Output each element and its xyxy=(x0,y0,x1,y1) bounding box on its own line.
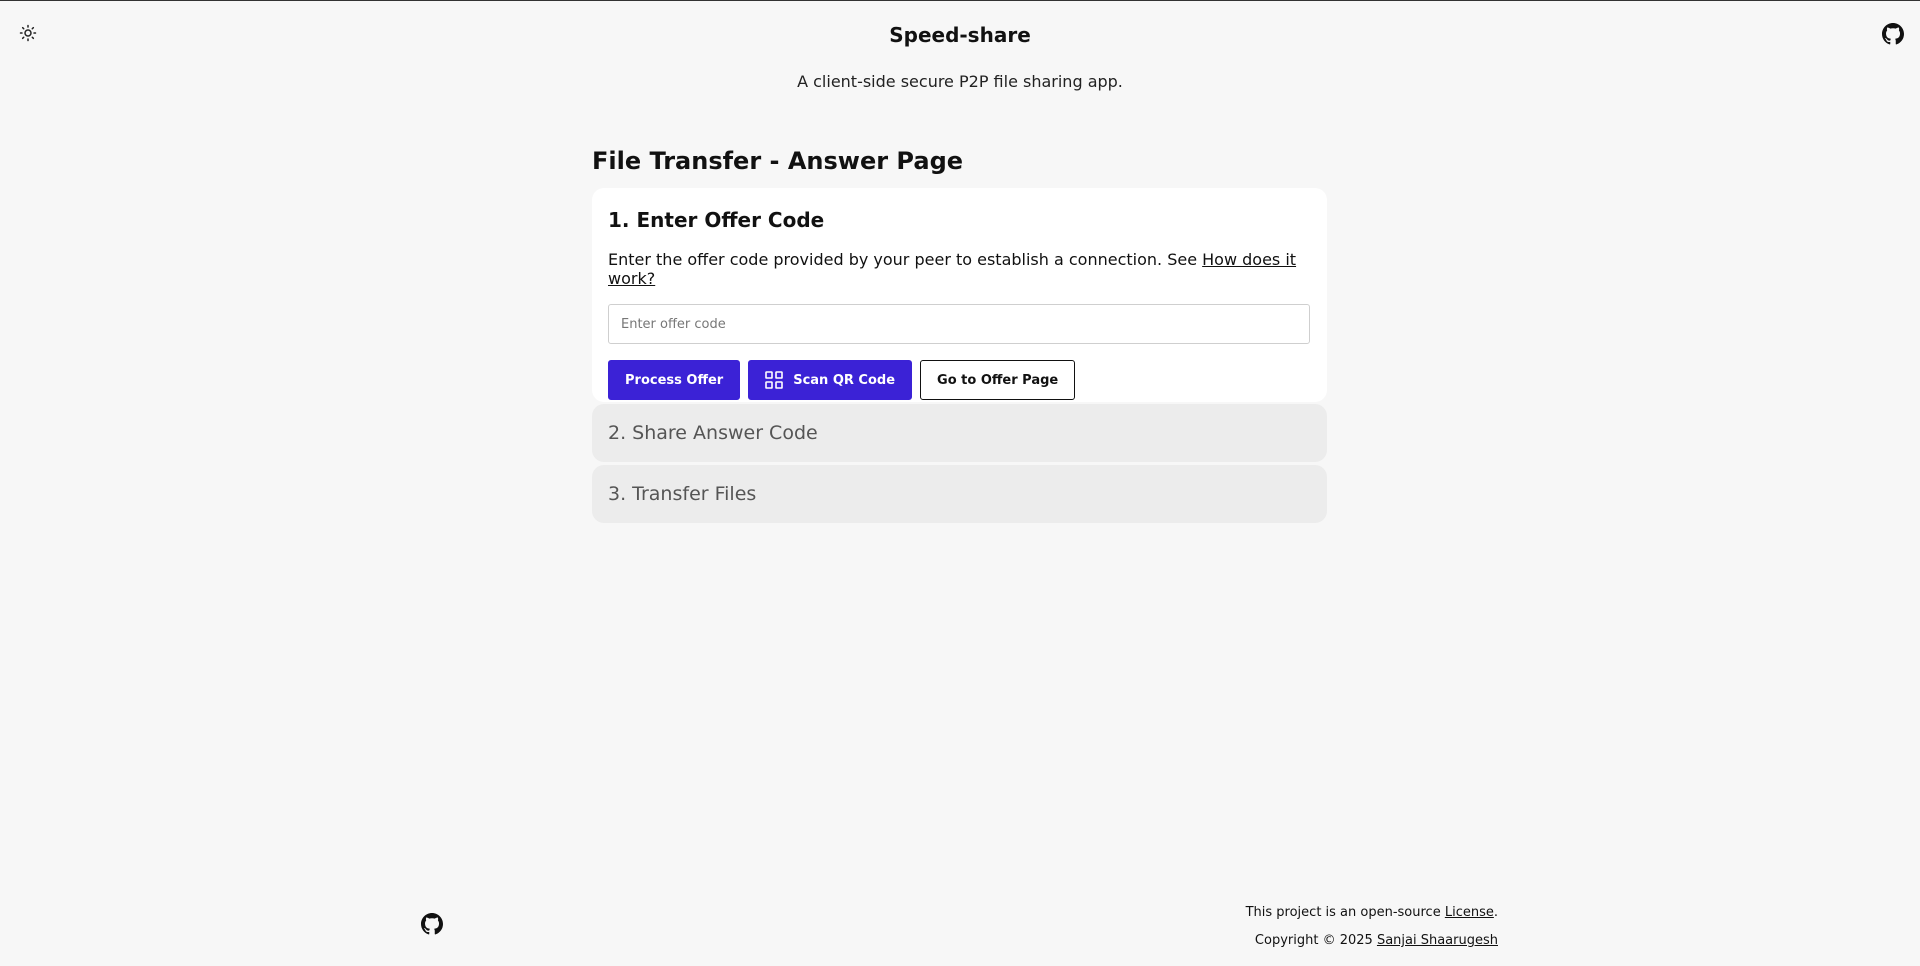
footer-text: This project is an open-source License. … xyxy=(1246,899,1498,955)
footer-github-link[interactable] xyxy=(421,913,443,935)
license-prefix: This project is an open-source xyxy=(1245,905,1445,920)
go-to-offer-page-label: Go to Offer Page xyxy=(937,372,1059,388)
step-1-title: 1. Enter Offer Code xyxy=(608,208,825,232)
page-title: File Transfer - Answer Page xyxy=(592,147,964,175)
author-link[interactable]: Sanjai Shaarugesh xyxy=(1377,933,1498,948)
step-3-transfer-files[interactable]: 3. Transfer Files xyxy=(592,465,1327,523)
scan-qr-button[interactable]: Scan QR Code xyxy=(748,360,913,400)
qr-grid-icon xyxy=(765,371,784,389)
step-1-actions: Process Offer Scan QR Code Go to Offer P… xyxy=(608,360,1311,400)
step-1-description: Enter the offer code provided by your pe… xyxy=(608,250,1311,288)
footer-copyright-line: Copyright © 2025 Sanjai Shaarugesh xyxy=(1246,927,1498,955)
step-2-title: 2. Share Answer Code xyxy=(608,422,818,444)
copyright-prefix: Copyright © 2025 xyxy=(1254,933,1377,948)
step-1-card: 1. Enter Offer Code Enter the offer code… xyxy=(592,188,1327,402)
offer-code-input[interactable] xyxy=(608,304,1310,344)
github-link[interactable] xyxy=(1882,23,1904,45)
license-suffix: . xyxy=(1493,905,1498,920)
process-offer-button[interactable]: Process Offer xyxy=(608,360,741,400)
main-content: File Transfer - Answer Page 1. Enter Off… xyxy=(592,147,1327,523)
scan-qr-label: Scan QR Code xyxy=(793,372,896,388)
github-icon xyxy=(1882,23,1904,45)
process-offer-label: Process Offer xyxy=(625,372,724,388)
step-3-title: 3. Transfer Files xyxy=(608,483,757,505)
step-1-description-text: Enter the offer code provided by your pe… xyxy=(608,250,1203,269)
site-subtitle: A client-side secure P2P file sharing ap… xyxy=(797,72,1123,91)
step-2-share-answer-code[interactable]: 2. Share Answer Code xyxy=(592,404,1327,462)
site-title: Speed-share xyxy=(889,23,1031,47)
go-to-offer-page-button[interactable]: Go to Offer Page xyxy=(920,360,1076,400)
github-icon xyxy=(421,913,443,935)
license-link[interactable]: License xyxy=(1445,905,1494,920)
footer-license-line: This project is an open-source License. xyxy=(1246,899,1498,927)
